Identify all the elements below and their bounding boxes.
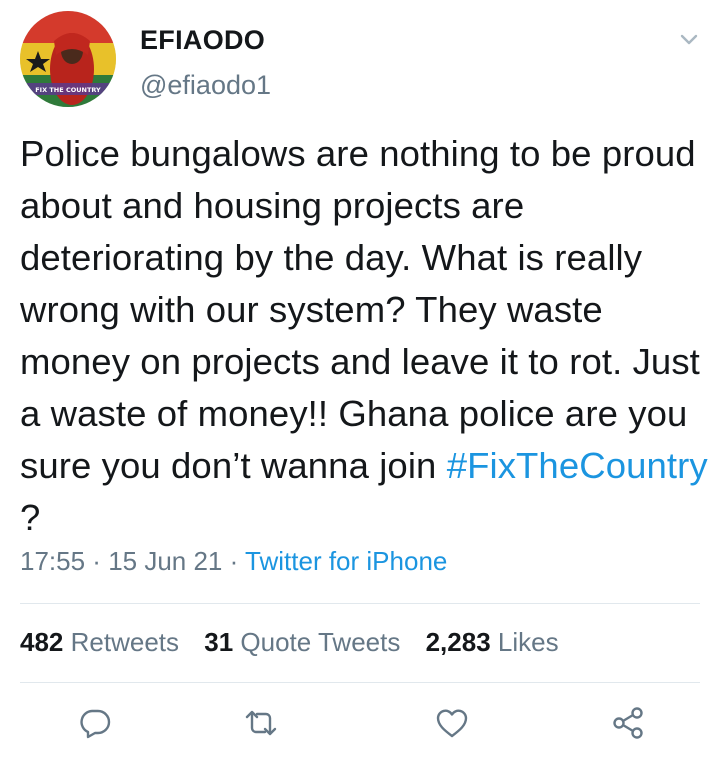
chevron-down-icon xyxy=(680,34,698,45)
tweet-source-link[interactable]: Twitter for iPhone xyxy=(245,546,447,576)
retweets-count: 482 xyxy=(20,627,64,657)
hashtag-link[interactable]: #FixTheCountry xyxy=(447,445,708,486)
display-name[interactable]: EFIAODO xyxy=(140,25,265,56)
share-icon xyxy=(613,707,643,739)
tweet-text-end: ? xyxy=(20,497,41,538)
divider xyxy=(20,682,700,683)
meta-separator: · xyxy=(222,546,246,576)
likes-count: 2,283 xyxy=(425,627,491,657)
quote-tweets-count: 31 xyxy=(204,627,234,657)
quote-tweets-label: Quote Tweets xyxy=(240,627,401,657)
tweet-time[interactable]: 17:55 xyxy=(20,546,85,576)
retweets-label: Retweets xyxy=(70,627,180,657)
meta-separator: · xyxy=(85,546,109,576)
avatar[interactable]: FIX THE COUNTRY xyxy=(20,11,116,107)
heart-icon xyxy=(436,709,468,738)
likes-label: Likes xyxy=(497,627,559,657)
tweet-text: Police bungalows are nothing to be proud… xyxy=(20,128,710,544)
retweets-stat[interactable]: 482 Retweets xyxy=(20,627,179,657)
likes-stat[interactable]: 2,283 Likes xyxy=(426,627,559,657)
avatar-caption: FIX THE COUNTRY xyxy=(35,86,101,94)
user-handle[interactable]: @efiaodo1 xyxy=(140,70,271,101)
tweet-date[interactable]: 15 Jun 21 xyxy=(108,546,222,576)
tweet-detail: FIX THE COUNTRY EFIAODO @efiaodo1 Police… xyxy=(0,0,720,768)
retweet-button[interactable] xyxy=(241,703,281,743)
reply-icon xyxy=(80,709,111,739)
divider xyxy=(20,603,700,604)
more-options-button[interactable] xyxy=(676,26,702,52)
retweet-icon xyxy=(245,710,277,736)
tweet-text-main: Police bungalows are nothing to be proud… xyxy=(20,133,700,486)
like-button[interactable] xyxy=(432,703,472,743)
avatar-image: FIX THE COUNTRY xyxy=(20,11,116,107)
share-button[interactable] xyxy=(608,703,648,743)
engagement-stats: 482 Retweets 31 Quote Tweets 2,283 Likes xyxy=(20,627,577,658)
tweet-meta: 17:55 · 15 Jun 21 · Twitter for iPhone xyxy=(20,546,447,577)
reply-button[interactable] xyxy=(75,703,115,743)
quote-tweets-stat[interactable]: 31 Quote Tweets xyxy=(204,627,400,657)
